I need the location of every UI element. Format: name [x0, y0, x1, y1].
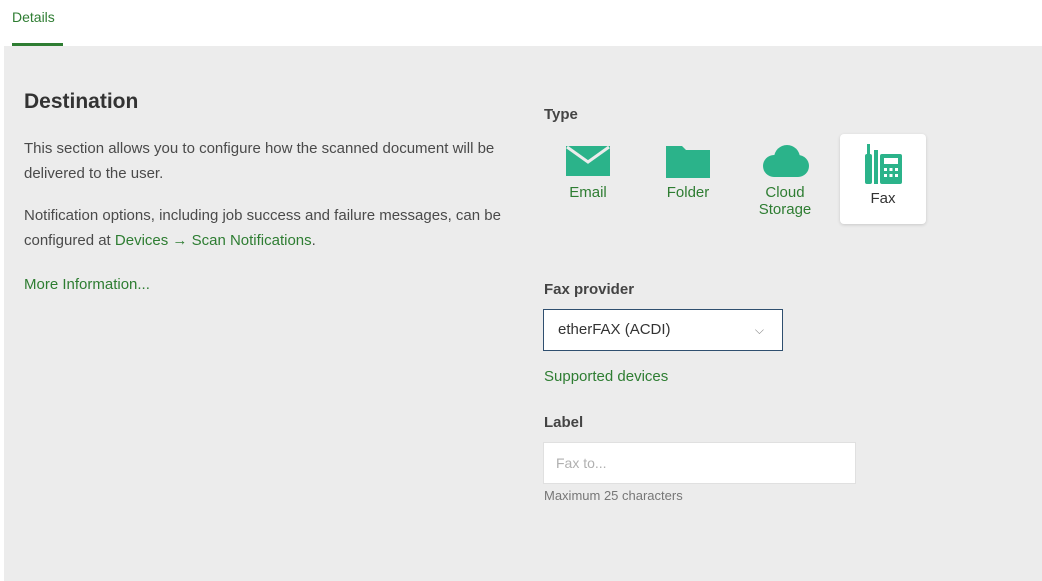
notification-description: Notification options, including job succ… [24, 203, 524, 253]
type-label: Type [544, 106, 578, 123]
type-option-label: Cloud [765, 184, 805, 201]
type-option-cloud-storage[interactable]: Cloud Storage [742, 134, 828, 224]
fax-provider-label: Fax provider [544, 281, 635, 298]
section-description: This section allows you to configure how… [24, 140, 495, 182]
notification-description-end: . [311, 232, 316, 249]
more-information-link[interactable]: More Information... [24, 276, 150, 293]
cloud-icon [763, 145, 809, 177]
label-input[interactable] [543, 442, 856, 484]
label-field-label: Label [544, 414, 584, 431]
fax-provider-select[interactable]: etherFAX (ACDI) ⌵ [543, 309, 783, 351]
fax-icon [865, 144, 902, 184]
label-hint: Maximum 25 characters [544, 488, 683, 503]
section-heading: Destination [24, 90, 139, 113]
type-option-fax[interactable]: Fax [840, 134, 926, 224]
chevron-down-icon: ⌵ [754, 323, 764, 337]
envelope-icon [566, 145, 610, 176]
type-option-label: Folder [666, 184, 710, 201]
type-option-folder[interactable]: Folder [645, 134, 731, 224]
type-option-label: Fax [870, 190, 896, 207]
type-option-email[interactable]: Email [545, 134, 631, 224]
tab-bar: Details [0, 0, 1042, 46]
tab-details[interactable]: Details [12, 9, 55, 25]
supported-devices-link[interactable]: Supported devices [544, 368, 668, 385]
type-option-label: Email [569, 184, 607, 201]
scan-notifications-link[interactable]: Devices → Scan Notifications [115, 232, 312, 249]
destination-panel: Destination This section allows you to c… [4, 46, 1042, 581]
fax-provider-value: etherFAX (ACDI) [558, 321, 671, 338]
type-option-label-line2: Storage [758, 201, 812, 218]
folder-icon [666, 146, 710, 178]
